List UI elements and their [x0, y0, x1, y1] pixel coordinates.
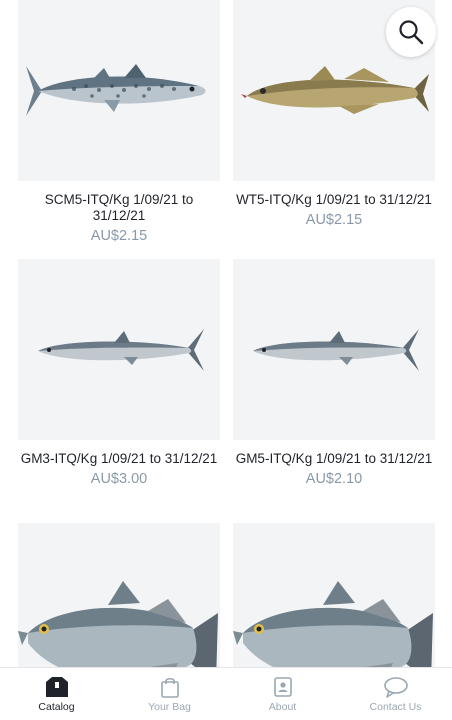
product-price: AU$3.00	[90, 471, 148, 487]
product-image[interactable]	[233, 259, 435, 440]
search-button[interactable]	[386, 7, 436, 57]
product-image[interactable]	[18, 259, 220, 440]
product-price: AU$2.15	[90, 228, 148, 244]
product-card[interactable]: GM5-ITQ/Kg 1/09/21 to 31/12/21 AU$2.10	[233, 259, 435, 487]
product-card[interactable]: GM3-ITQ/Kg 1/09/21 to 31/12/21 AU$3.00	[18, 259, 220, 487]
whiting-image	[241, 65, 429, 114]
product-title: GM3-ITQ/Kg 1/09/21 to 31/12/21	[20, 451, 218, 466]
grey-mackerel-image	[38, 328, 204, 371]
grey-mackerel-image	[253, 328, 419, 371]
tab-label: Catalog	[38, 701, 75, 713]
product-card[interactable]	[18, 523, 220, 667]
tab-your-bag[interactable]: Your Bag	[113, 668, 226, 720]
spotted-mackerel-image	[26, 63, 206, 116]
tab-label: About	[268, 701, 297, 713]
product-image[interactable]	[18, 0, 220, 181]
tab-catalog[interactable]: Catalog	[0, 668, 113, 720]
tab-contact-us[interactable]: Contact Us	[339, 668, 452, 720]
tab-label: Contact Us	[369, 701, 422, 713]
product-price: AU$2.15	[305, 212, 363, 228]
barramundi-image	[18, 581, 218, 667]
box-icon	[45, 677, 68, 697]
bag-icon	[160, 677, 179, 698]
chat-bubble-icon	[383, 677, 408, 698]
product-card[interactable]: SCM5-ITQ/Kg 1/09/21 to 31/12/21 AU$2.15	[18, 0, 220, 244]
bottom-tab-bar: Catalog Your Bag About Contact Us	[0, 667, 452, 720]
product-title: GM5-ITQ/Kg 1/09/21 to 31/12/21	[235, 451, 433, 466]
product-title: SCM5-ITQ/Kg 1/09/21 to 31/12/21	[44, 192, 194, 223]
tab-about[interactable]: About	[226, 668, 339, 720]
product-grid: SCM5-ITQ/Kg 1/09/21 to 31/12/21 AU$2.15 …	[0, 0, 452, 667]
barramundi-image	[233, 581, 433, 667]
product-card[interactable]	[233, 523, 435, 667]
search-icon	[399, 20, 424, 45]
tab-label: Your Bag	[148, 701, 191, 713]
product-title: WT5-ITQ/Kg 1/09/21 to 31/12/21	[236, 192, 432, 207]
product-image[interactable]	[18, 523, 220, 667]
product-image[interactable]	[233, 523, 435, 667]
product-price: AU$2.10	[305, 471, 363, 487]
contact-card-icon	[273, 677, 292, 697]
